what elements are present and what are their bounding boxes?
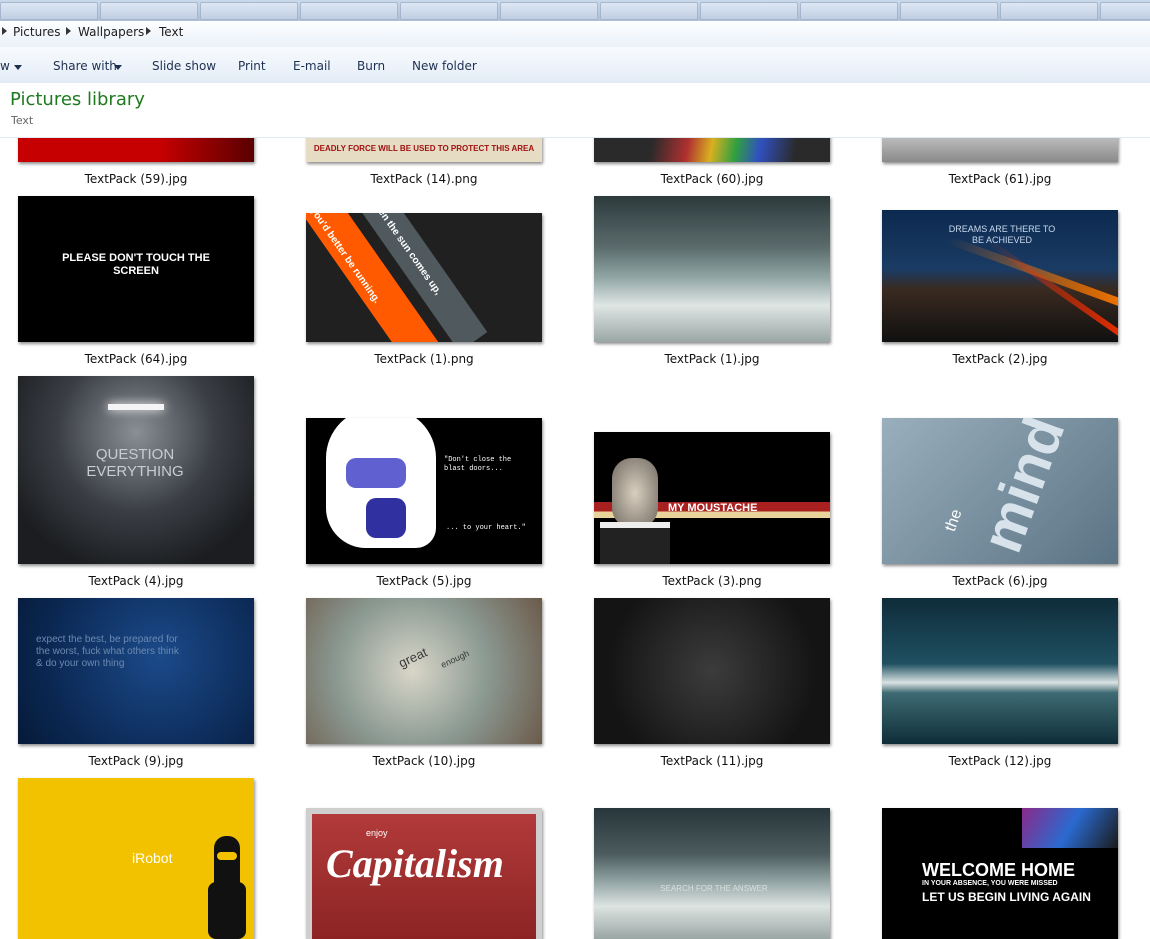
view-button[interactable]: w [0,59,10,73]
thumbnail[interactable] [18,138,254,162]
file-name[interactable]: TextPack (59).jpg [18,172,254,186]
thumbnail-text: Capitalism [326,841,504,886]
address-bar[interactable]: Pictures Wallpapers Text [0,21,1150,48]
thumbnail-text: great [396,644,430,671]
taskbar-tab[interactable] [100,2,198,20]
chevron-right-icon[interactable] [2,27,7,35]
taskbar [0,0,1150,22]
thumbnail[interactable]: WELCOME HOME IN YOUR ABSENCE, YOU WERE M… [882,808,1118,939]
thumbnail[interactable]: iRobot [18,778,254,939]
thumbnail[interactable]: SEARCH FOR THE ANSWER [594,808,830,939]
thumbnail-text: the [942,507,966,534]
file-name[interactable]: TextPack (11).jpg [594,754,830,768]
thumbnail-text: DREAMS ARE THERE TO BE ACHIEVED [948,224,1056,245]
slide-show-button[interactable]: Slide show [152,59,216,73]
thumbnail[interactable] [594,138,830,162]
burn-button[interactable]: Burn [357,59,385,73]
share-with-button[interactable]: Share with [53,59,117,73]
file-name[interactable]: TextPack (9).jpg [18,754,254,768]
taskbar-tab[interactable] [900,2,998,20]
thumbnail-text: SEARCH FOR THE ANSWER [660,884,768,893]
file-name[interactable]: TextPack (2).jpg [882,352,1118,366]
thumbnail[interactable]: mind the [882,418,1118,564]
file-name[interactable]: TextPack (6).jpg [882,574,1118,588]
chevron-right-icon[interactable] [66,27,71,35]
thumbnail-text: PLEASE DON'T TOUCH THE SCREEN [62,252,210,277]
breadcrumb-pictures[interactable]: Pictures [13,25,61,39]
file-name[interactable]: TextPack (12).jpg [882,754,1118,768]
file-name[interactable]: TextPack (61).jpg [882,172,1118,186]
thumbnail-text: "Don't close the blast doors... [444,456,512,473]
thumbnail-text: expect the best, be prepared for the wor… [36,634,179,669]
file-grid[interactable]: TextPack (59).jpg DEADLY FORCE WILL BE U… [0,138,1150,939]
breadcrumb-text[interactable]: Text [159,25,183,39]
file-name[interactable]: TextPack (10).jpg [306,754,542,768]
library-subtitle: Text [11,114,34,127]
taskbar-tab[interactable] [800,2,898,20]
email-button[interactable]: E-mail [293,59,331,73]
thumbnail[interactable] [594,598,830,744]
thumbnail-text: WELCOME HOME [922,860,1075,880]
dropdown-caret-icon[interactable] [14,65,22,70]
library-title: Pictures library [10,89,145,110]
thumbnail-text: iRobot [132,850,173,866]
file-name[interactable]: TextPack (64).jpg [18,352,254,366]
thumbnail[interactable] [594,196,830,342]
new-folder-button[interactable]: New folder [412,59,477,73]
thumbnail[interactable]: PLEASE DON'T TOUCH THE SCREEN [18,196,254,342]
thumbnail[interactable]: when the sun comes up, you'd better be r… [306,213,542,342]
thumbnail[interactable]: great enough [306,598,542,744]
file-name[interactable]: TextPack (60).jpg [594,172,830,186]
thumbnail[interactable]: DREAMS ARE THERE TO BE ACHIEVED [882,210,1118,342]
taskbar-tab[interactable] [700,2,798,20]
file-name[interactable]: TextPack (3).png [594,574,830,588]
print-button[interactable]: Print [238,59,266,73]
taskbar-tab[interactable] [1000,2,1098,20]
dropdown-caret-icon[interactable] [114,65,122,70]
thumbnail-text: enough [439,648,471,670]
thumbnail-text: QUESTION EVERYTHING [86,446,184,480]
thumbnail-text: DEADLY FORCE WILL BE USED TO PROTECT THI… [313,144,535,153]
taskbar-tab[interactable] [400,2,498,20]
taskbar-tab[interactable] [500,2,598,20]
thumbnail-text: ... to your heart." [446,524,526,532]
file-name[interactable]: TextPack (14).png [306,172,542,186]
thumbnail[interactable]: expect the best, be prepared for the wor… [18,598,254,744]
taskbar-tab[interactable] [1100,2,1150,20]
thumbnail[interactable] [882,138,1118,162]
taskbar-tab[interactable] [600,2,698,20]
thumbnail[interactable]: MY MOUSTACHE [594,432,830,564]
thumbnail-text: IN YOUR ABSENCE, YOU WERE MISSED [922,880,1058,887]
taskbar-tab[interactable] [0,2,98,20]
file-name[interactable]: TextPack (5).jpg [306,574,542,588]
command-bar: w Share with Slide show Print E-mail Bur… [0,47,1150,84]
thumbnail[interactable]: QUESTION EVERYTHING [18,376,254,564]
file-name[interactable]: TextPack (4).jpg [18,574,254,588]
thumbnail[interactable] [882,598,1118,744]
thumbnail-text: enjoy [366,828,388,838]
taskbar-tab[interactable] [200,2,298,20]
thumbnail[interactable]: DEADLY FORCE WILL BE USED TO PROTECT THI… [306,138,542,162]
thumbnail-text: MY MOUSTACHE [668,502,758,514]
file-name[interactable]: TextPack (1).png [306,352,542,366]
file-name[interactable]: TextPack (1).jpg [594,352,830,366]
chevron-right-icon[interactable] [146,27,151,35]
library-header: Pictures library Text [0,83,1150,138]
thumbnail[interactable]: enjoy Capitalism [306,808,542,939]
thumbnail-text: mind [968,418,1078,561]
breadcrumb-wallpapers[interactable]: Wallpapers [78,25,144,39]
thumbnail[interactable]: "Don't close the blast doors... ... to y… [306,418,542,564]
thumbnail-text: LET US BEGIN LIVING AGAIN [922,890,1091,904]
taskbar-tab[interactable] [300,2,398,20]
